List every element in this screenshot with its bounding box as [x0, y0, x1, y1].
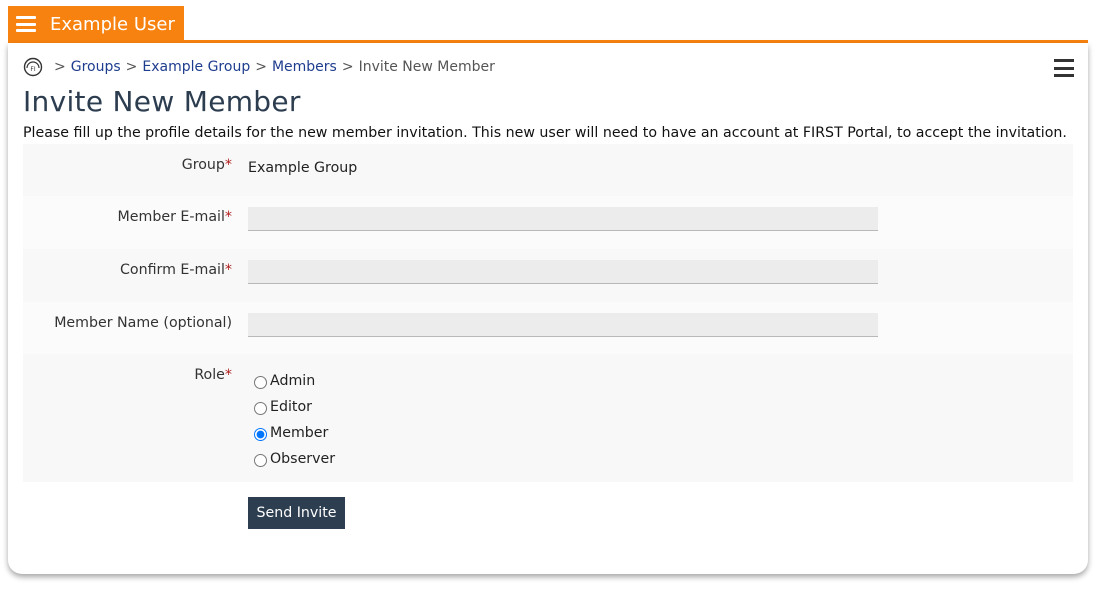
role-option-observer[interactable]: Observer: [254, 446, 335, 472]
breadcrumb: FI > Groups > Example Group > Members > …: [23, 57, 495, 77]
role-row: Role* Admin Editor Member Observer: [23, 354, 1073, 482]
home-logo-icon[interactable]: FI: [23, 57, 43, 77]
content-panel: FI > Groups > Example Group > Members > …: [8, 43, 1088, 574]
role-option-admin[interactable]: Admin: [254, 368, 335, 394]
top-bar: Example User: [8, 6, 184, 42]
breadcrumb-example-group[interactable]: Example Group: [142, 59, 250, 75]
email-field[interactable]: [248, 207, 878, 231]
page-menu-icon[interactable]: [1054, 59, 1074, 77]
email-label: Member E-mail*: [117, 209, 232, 225]
confirm-email-label: Confirm E-mail*: [119, 262, 232, 278]
main-menu-icon[interactable]: [16, 16, 36, 32]
confirm-email-row: Confirm E-mail*: [23, 249, 1073, 302]
group-label: Group*: [181, 157, 232, 173]
breadcrumb-current: Invite New Member: [358, 59, 495, 75]
breadcrumb-separator: >: [54, 59, 66, 75]
role-radio-member[interactable]: [254, 428, 267, 441]
breadcrumb-separator: >: [341, 59, 354, 75]
name-field[interactable]: [248, 313, 878, 337]
role-options: Admin Editor Member Observer: [254, 368, 335, 472]
name-label: Member Name (optional): [54, 315, 232, 331]
role-radio-observer[interactable]: [254, 454, 267, 467]
role-radio-editor[interactable]: [254, 402, 267, 415]
role-radio-admin[interactable]: [254, 376, 267, 389]
name-row: Member Name (optional): [23, 302, 1073, 354]
group-row: Group* Example Group: [23, 144, 1073, 196]
intro-text: Please fill up the profile details for t…: [23, 125, 1067, 141]
role-label: Role*: [194, 367, 232, 383]
role-option-editor[interactable]: Editor: [254, 394, 335, 420]
breadcrumb-members[interactable]: Members: [272, 59, 337, 75]
breadcrumb-groups[interactable]: Groups: [71, 59, 121, 75]
confirm-email-field[interactable]: [248, 260, 878, 284]
send-invite-button[interactable]: Send Invite: [248, 497, 345, 529]
email-row: Member E-mail*: [23, 196, 1073, 249]
invite-form: Group* Example Group Member E-mail* Conf…: [23, 144, 1073, 482]
page-title: Invite New Member: [23, 85, 301, 118]
breadcrumb-separator: >: [255, 59, 267, 75]
user-name[interactable]: Example User: [50, 14, 175, 35]
svg-text:FI: FI: [30, 66, 35, 73]
group-value: Example Group: [248, 160, 358, 176]
role-option-member[interactable]: Member: [254, 420, 335, 446]
breadcrumb-separator: >: [125, 59, 138, 75]
